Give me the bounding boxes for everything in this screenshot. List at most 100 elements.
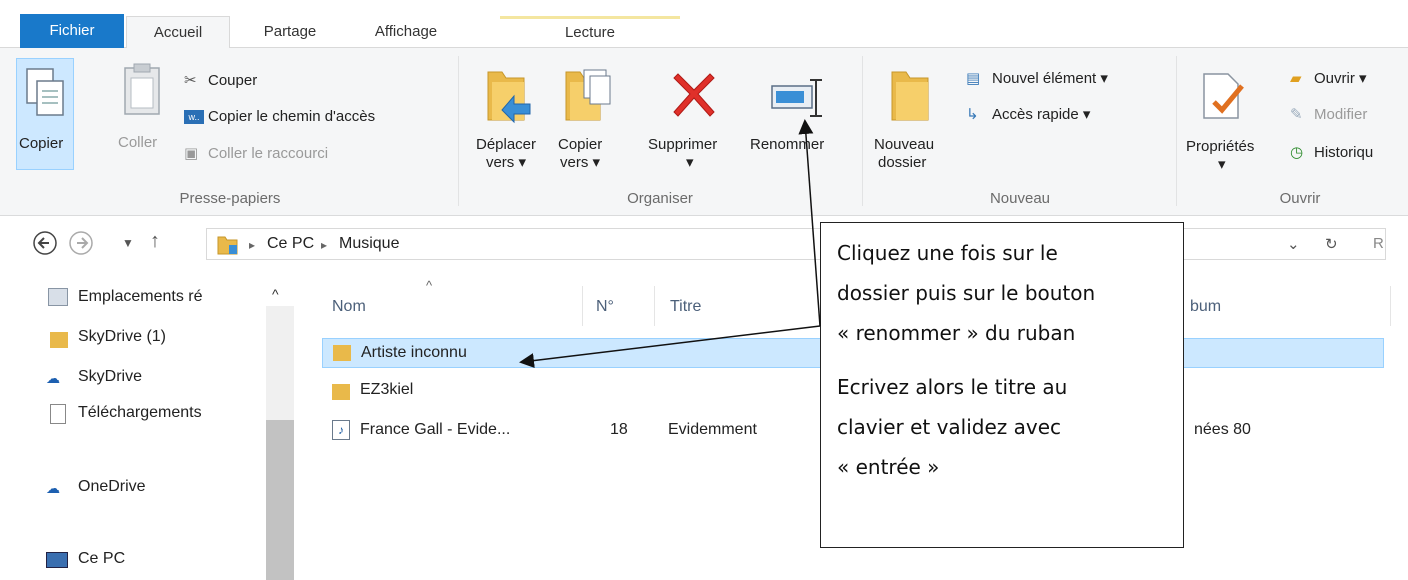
tab-home[interactable]: Accueil [126,16,230,49]
tab-share[interactable]: Partage [240,16,340,48]
new-folder-button[interactable]: Nouveau dossier [868,58,956,180]
copy-icon [26,68,64,116]
nav-item-recent-places[interactable]: Emplacements ré [78,288,258,306]
open-label: Ouvrir ▾ [1314,70,1367,87]
copy-path-label: Copier le chemin d'accès [208,108,376,125]
refresh-button[interactable]: ↻ [1325,235,1338,253]
properties-button[interactable]: Propriétés ▾ [1186,58,1262,180]
quick-access-button[interactable]: ↳ Accès rapide ▾ [966,106,1090,124]
folder-icon [217,236,238,255]
breadcrumb-this-pc[interactable]: Ce PC [267,235,314,253]
folder-icon [333,345,351,361]
open-button[interactable]: ▰ Ouvrir ▾ [1290,70,1367,88]
group-separator [862,56,863,206]
address-row: ▼ ↑ ▸ Ce PC ▸ Musique ⌄ ↻ R [0,216,1408,270]
scroll-up-icon[interactable]: ^ [272,286,279,302]
tab-file[interactable]: Fichier [20,14,124,48]
callout-line: « entrée » [837,455,940,479]
ribbon-tabs: Fichier Accueil Partage Affichage Lectur… [0,0,1408,49]
copy-to-label-2: vers ▾ [560,154,601,171]
instruction-callout: Cliquez une fois sur le dossier puis sur… [820,222,1184,548]
up-arrow-icon: ↑ [150,230,160,252]
callout-line: clavier et validez avec [837,415,1062,439]
file-title: Evidemment [668,421,757,438]
nav-item-onedrive[interactable]: OneDrive [78,478,258,496]
file-album: nées 80 [1194,421,1251,438]
open-folder-icon: ▰ [1290,70,1302,87]
forward-button[interactable] [68,230,94,262]
file-name: Artiste inconnu [361,344,467,361]
search-box[interactable]: R [1373,235,1384,252]
callout-line: dossier puis sur le bouton [837,281,1096,305]
group-separator [1176,56,1177,206]
address-separator: ▸ [321,238,328,252]
new-folder-label-2: dossier [878,154,927,171]
rename-button[interactable]: Renommer [748,58,850,180]
file-name: France Gall - Evide... [360,421,511,438]
paste-shortcut-label: Coller le raccourci [208,145,329,162]
edit-button[interactable]: ✎ Modifier [1290,106,1367,124]
delete-button[interactable]: Supprimer ▾ [644,58,740,180]
address-separator: ▸ [249,238,256,252]
callout-gap [837,353,1167,367]
paste-shortcut-button[interactable]: ▣ Coller le raccourci [184,145,328,163]
history-button[interactable]: ◷ Historiqu [1290,144,1373,162]
copy-to-button[interactable]: Copier vers ▾ [554,58,620,180]
group-label-open: Ouvrir [1279,190,1321,207]
edit-label: Modifier [1314,106,1368,123]
nav-item-this-pc[interactable]: Ce PC [78,550,258,568]
copy-button[interactable]: Copier [16,58,74,170]
history-icon: ◷ [1290,144,1304,161]
address-bar[interactable]: ▸ Ce PC ▸ Musique ⌄ ↻ R [206,228,1386,260]
callout-line: « renommer » du ruban [837,321,1076,345]
move-to-button[interactable]: Déplacer vers ▾ [468,58,544,180]
column-header-album[interactable]: bum [1190,298,1221,316]
nav-item-downloads[interactable]: Téléchargements [78,404,266,422]
column-header-title[interactable]: Titre [670,298,701,316]
recent-dropdown[interactable]: ▼ [122,236,134,250]
delete-icon [673,73,715,117]
music-file-icon: ♪ [332,420,350,440]
tab-play[interactable]: Lecture [500,16,680,48]
computer-icon [46,552,68,568]
cut-button[interactable]: ✂ Couper [184,72,257,90]
edit-icon: ✎ [1290,106,1303,123]
copy-path-button[interactable]: w.. Copier le chemin d'accès [184,108,375,126]
back-arrow-icon [33,231,57,255]
nav-scrollbar-thumb[interactable] [266,420,294,580]
nav-item-skydrive-1[interactable]: SkyDrive (1) [78,328,258,346]
navigation-pane: Emplacements ré ^ SkyDrive (1) ☁ SkyDriv… [0,270,294,580]
copy-to-label-1: Copier [558,136,603,153]
nav-item-skydrive[interactable]: SkyDrive [78,368,258,386]
breadcrumb-music[interactable]: Musique [339,235,399,253]
group-separator [458,56,459,206]
forward-arrow-icon [69,231,93,255]
properties-icon [1203,73,1244,119]
tab-play-label: Lecture [564,24,616,41]
path-icon: w.. [184,110,204,125]
callout-line: Cliquez une fois sur le [837,241,1058,265]
column-header-name[interactable]: Nom [332,298,366,316]
recent-places-icon [48,288,68,306]
new-folder-label-1: Nouveau [874,136,935,153]
properties-label: Propriétés [1186,138,1255,155]
column-header-number[interactable]: N° [596,298,614,316]
up-button[interactable]: ↑ [150,230,160,253]
explorer-window: Fichier Accueil Partage Affichage Lectur… [0,0,1408,580]
paste-button[interactable]: Coller [108,58,172,170]
address-dropdown[interactable]: ⌄ [1287,235,1300,253]
new-item-button[interactable]: ▤ Nouvel élément ▾ [966,70,1108,88]
tab-view[interactable]: Affichage [348,16,464,48]
sort-arrow-icon: ^ [426,278,433,293]
delete-label: Supprimer [648,136,718,153]
move-folder-icon [487,71,531,124]
new-folder-icon [891,71,929,121]
cut-label: Couper [208,72,258,89]
clipboard-icon [124,63,160,115]
column-separator [582,286,583,326]
copy-folder-icon [565,69,611,121]
group-label-clipboard: Presse-papiers [179,190,281,207]
back-button[interactable] [32,230,58,262]
history-label: Historiqu [1314,144,1374,161]
quick-access-label: Accès rapide ▾ [992,106,1091,123]
